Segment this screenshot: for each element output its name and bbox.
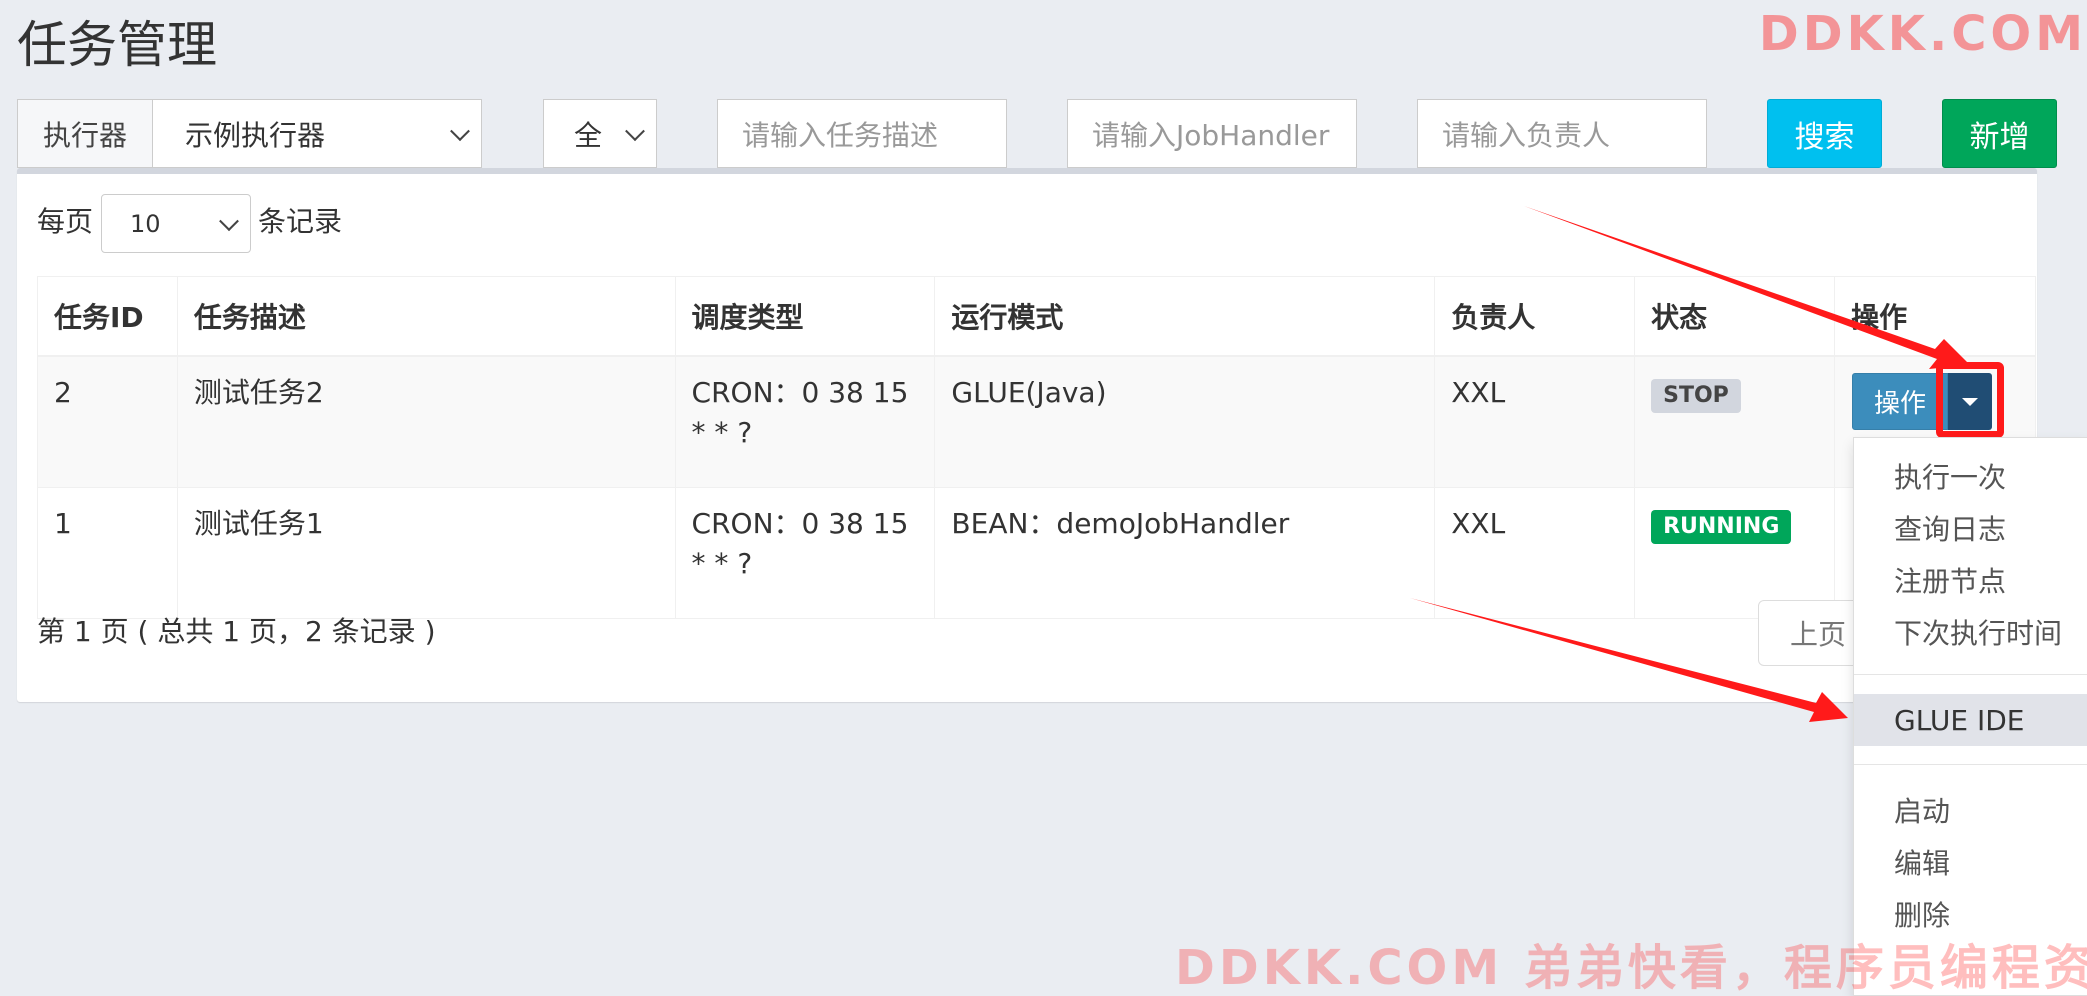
annotation-arrow-bottom	[1410, 598, 1848, 722]
annotation-arrows	[1410, 206, 1970, 722]
annotation-arrow-top	[1524, 206, 1970, 369]
